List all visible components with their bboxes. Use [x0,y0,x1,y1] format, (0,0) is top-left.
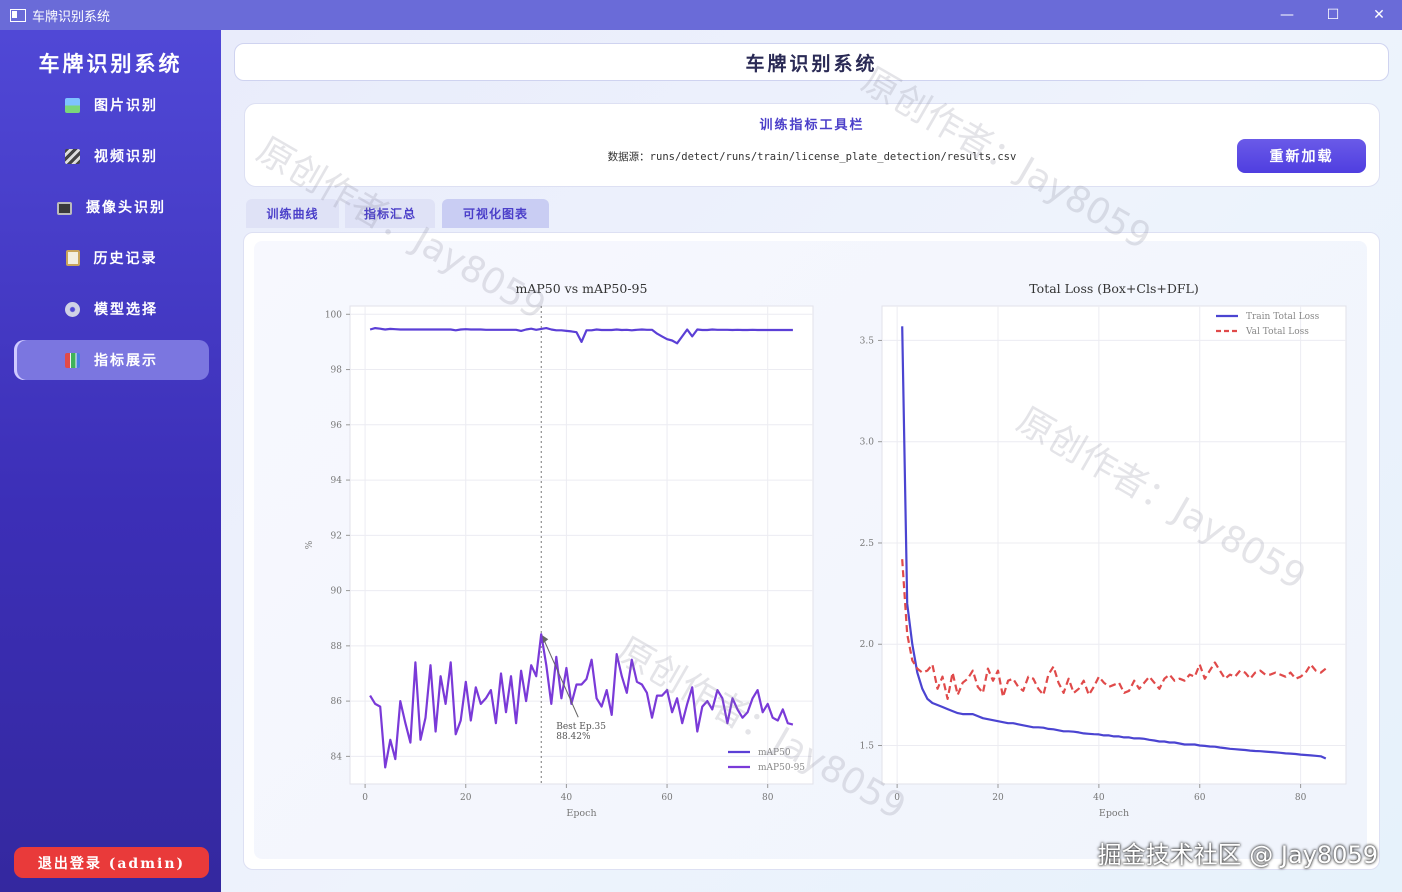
y-tick-label: 98 [331,366,343,376]
x-tick-label: 20 [992,793,1004,803]
data-source-text: 数据源：runs/detect/runs/train/license_plate… [245,149,1379,164]
picture-icon [65,97,80,113]
legend-label: mAP50-95 [758,763,805,773]
y-tick-label: 92 [331,531,342,541]
sidebar-item-model-select[interactable]: 模型选择 [14,289,209,329]
window-titlebar: 车牌识别系统 — ☐ ✕ [0,0,1402,30]
sidebar-item-label: 图片识别 [94,98,158,114]
window-title: 车牌识别系统 [32,9,111,25]
y-tick-label: 86 [331,697,343,707]
data-source-path: runs/detect/runs/train/license_plate_det… [649,151,1017,163]
camera-icon [57,201,72,215]
sidebar-item-metrics[interactable]: 指标展示 [14,340,209,380]
y-axis-label: % [305,540,315,549]
legend-label: Train Total Loss [1246,312,1320,322]
sidebar-item-label: 模型选择 [94,302,158,318]
chart-figure: 0 20 40 60 80 84 86 88 90 92 94 96 98 100 mAP50 vs mAP… [254,241,1367,859]
close-button[interactable]: ✕ [1356,0,1402,30]
legend-label: Val Total Loss [1245,327,1309,337]
x-tick-label: 80 [1295,793,1307,803]
tab-training-curves[interactable]: 训练曲线 [246,199,339,228]
y-tick-label: 88 [331,642,343,652]
plot-area [881,305,1347,785]
annotation-text: Best Ep.35 [556,722,606,732]
y-tick-label: 1.5 [860,742,875,752]
y-tick-label: 2.0 [860,640,875,650]
logout-button[interactable]: 退出登录 (admin) [14,847,209,878]
y-tick-label: 3.0 [860,438,875,448]
sidebar-item-image-recognition[interactable]: 图片识别 [14,85,209,125]
chart-2: 0 20 40 60 80 1.5 2.0 2.5 3.0 3.5 Total Loss (Box+… [860,281,1347,819]
sidebar-item-label: 视频识别 [94,149,158,165]
y-tick-label: 100 [325,310,342,320]
reload-button[interactable]: 重新加载 [1237,139,1366,173]
y-tick-label: 90 [331,587,343,597]
x-tick-label: 60 [661,793,673,803]
x-tick-label: 0 [894,793,900,803]
clapper-icon [65,148,80,164]
sidebar-item-label: 指标展示 [94,353,158,369]
toolbar-card: 训练指标工具栏 数据源：runs/detect/runs/train/licen… [244,103,1380,187]
footer-watermark: 掘金技术社区 @ Jay8059 [1097,841,1378,869]
sidebar-item-camera-recognition[interactable]: 摄像头识别 [14,187,209,227]
sidebar-brand: 车牌识别系统 [38,51,183,76]
x-tick-label: 40 [1093,793,1105,803]
x-axis-label: Epoch [566,808,596,819]
x-axis-label: Epoch [1099,808,1129,819]
gear-icon [65,301,80,317]
charts-svg: 0 20 40 60 80 84 86 88 90 92 94 96 98 100 mAP50 vs mAP… [305,281,1347,819]
y-tick-label: 2.5 [860,539,875,549]
app-window-icon [10,8,26,22]
x-tick-label: 40 [561,793,573,803]
maximize-button[interactable]: ☐ [1310,0,1356,30]
clipboard-icon [65,250,80,266]
toolbar-title: 训练指标工具栏 [759,118,865,133]
sidebar-item-label: 摄像头识别 [86,200,166,216]
bar-chart-icon [65,352,80,368]
minimize-button[interactable]: — [1264,0,1310,30]
x-tick-label: 60 [1194,793,1206,803]
data-source-label: 数据源： [607,151,650,163]
y-tick-label: 84 [331,752,343,762]
y-tick-label: 94 [331,476,343,486]
x-tick-label: 0 [362,793,368,803]
chart-title: Total Loss (Box+Cls+DFL) [1029,281,1198,296]
tab-metrics-summary[interactable]: 指标汇总 [345,199,435,228]
legend-label: mAP50 [758,748,791,758]
chart-title: mAP50 vs mAP50-95 [516,281,648,296]
sidebar-item-video-recognition[interactable]: 视频识别 [14,136,209,176]
chart-1: 0 20 40 60 80 84 86 88 90 92 94 96 98 100 mAP50 vs mAP… [305,281,814,819]
annotation-value: 88.42% [556,732,591,742]
x-tick-label: 80 [762,793,774,803]
x-tick-label: 20 [460,793,472,803]
sidebar: 车牌识别系统 图片识别 视频识别 摄像头识别 历史记录 模型选择 指标展示 退出… [0,30,221,892]
page-title: 车牌识别系统 [234,43,1389,81]
y-tick-label: 96 [331,421,343,431]
chart-card: 0 20 40 60 80 84 86 88 90 92 94 96 98 100 mAP50 vs mAP… [243,232,1380,870]
tab-visualization[interactable]: 可视化图表 [442,199,549,228]
main-area: 车牌识别系统 训练指标工具栏 数据源：runs/detect/runs/trai… [221,30,1402,892]
sidebar-item-label: 历史记录 [93,251,158,267]
y-tick-label: 3.5 [860,336,875,346]
sidebar-item-history[interactable]: 历史记录 [14,238,209,278]
